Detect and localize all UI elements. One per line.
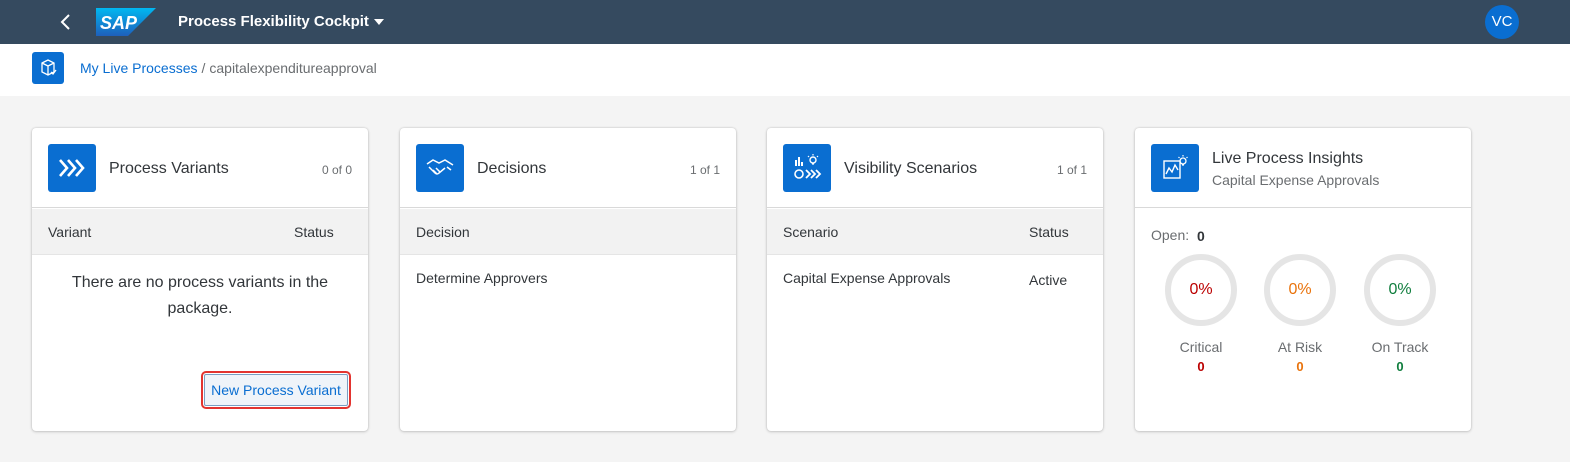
breadcrumb-link-my-live-processes[interactable]: My Live Processes xyxy=(80,60,197,76)
live-process-insights-card: Live Process Insights Capital Expense Ap… xyxy=(1135,128,1471,431)
decisions-card: Decisions 1 of 1 Decision Determine Appr… xyxy=(400,128,736,431)
table-header: Decision xyxy=(400,209,736,255)
kpi-critical[interactable]: 0% Critical 0 xyxy=(1165,254,1237,374)
table-row[interactable]: Capital Expense Approvals Active xyxy=(767,256,1103,300)
column-header-variant: Variant xyxy=(48,224,92,240)
package-icon xyxy=(32,52,64,84)
kpi-on-track[interactable]: 0% On Track 0 xyxy=(1364,254,1436,374)
back-button[interactable] xyxy=(54,10,78,34)
card-title: Visibility Scenarios xyxy=(844,160,978,177)
chevron-left-icon xyxy=(60,14,70,30)
kpi-label: On Track xyxy=(1371,339,1429,355)
column-header-status: Status xyxy=(294,224,334,240)
card-title: Process Variants xyxy=(109,160,229,177)
breadcrumb-current: capitalexpenditureapproval xyxy=(209,60,377,76)
process-variants-card-header[interactable]: Process Variants 0 of 0 xyxy=(32,128,368,208)
kpi-at-risk[interactable]: 0% At Risk 0 xyxy=(1264,254,1336,374)
visibility-scenario-icon xyxy=(783,144,831,192)
kpi-ring: 0% xyxy=(1264,254,1336,326)
visibility-scenarios-card-header[interactable]: Visibility Scenarios 1 of 1 xyxy=(767,128,1103,208)
column-header-status: Status xyxy=(1029,224,1069,240)
process-variants-card: Process Variants 0 of 0 Variant Status T… xyxy=(32,128,368,431)
app-title-menu[interactable]: Process Flexibility Cockpit xyxy=(178,12,384,32)
card-count: 0 of 0 xyxy=(321,163,352,177)
card-count: 1 of 1 xyxy=(689,163,720,177)
kpi-label: Critical xyxy=(1179,339,1223,355)
table-header: Variant Status xyxy=(32,209,368,255)
insights-chart-icon xyxy=(1151,144,1199,192)
scenario-status: Active xyxy=(1029,272,1068,288)
open-value: 0 xyxy=(1197,228,1205,244)
live-process-insights-card-header[interactable]: Live Process Insights Capital Expense Ap… xyxy=(1135,128,1471,208)
app-title: Process Flexibility Cockpit xyxy=(178,13,369,30)
open-label: Open: xyxy=(1151,227,1190,243)
kpi-percent: 0% xyxy=(1288,281,1312,298)
sap-logo[interactable]: SAP xyxy=(96,8,156,36)
decisions-card-header[interactable]: Decisions 1 of 1 xyxy=(400,128,736,208)
kpi-value: 0 xyxy=(1396,359,1404,374)
scenario-name: Capital Expense Approvals xyxy=(783,270,951,286)
kpi-percent: 0% xyxy=(1189,281,1213,298)
kpi-ring: 0% xyxy=(1165,254,1237,326)
card-subtitle: Capital Expense Approvals xyxy=(1212,172,1380,188)
kpi-percent: 0% xyxy=(1388,281,1412,298)
shell-bar: SAP Process Flexibility Cockpit VC xyxy=(0,0,1570,44)
visibility-scenarios-card: Visibility Scenarios 1 of 1 Scenario Sta… xyxy=(767,128,1103,431)
table-header: Scenario Status xyxy=(767,209,1103,255)
kpi-label: At Risk xyxy=(1277,339,1323,355)
card-count: 1 of 1 xyxy=(1056,163,1087,177)
svg-text:SAP: SAP xyxy=(100,13,138,33)
column-header-decision: Decision xyxy=(416,224,470,240)
table-row[interactable]: Determine Approvers xyxy=(400,256,736,300)
card-title: Live Process Insights xyxy=(1212,150,1364,167)
object-header: My Live Processes / capitalexpenditureappr… xyxy=(0,44,1570,96)
empty-message: There are no process variants in the pac… xyxy=(71,274,329,317)
kpi-value: 0 xyxy=(1197,359,1205,374)
caret-down-icon xyxy=(373,19,384,25)
card-title: Decisions xyxy=(477,160,547,177)
breadcrumb: My Live Processes / capitalexpenditureappr… xyxy=(80,59,377,77)
user-avatar[interactable]: VC xyxy=(1485,5,1519,39)
handshake-icon xyxy=(416,144,464,192)
decision-name: Determine Approvers xyxy=(416,270,548,286)
kpi-ring: 0% xyxy=(1364,254,1436,326)
process-variants-icon xyxy=(48,144,96,192)
kpi-value: 0 xyxy=(1296,359,1304,374)
new-process-variant-button[interactable]: New Process Variant xyxy=(201,371,351,409)
breadcrumb-separator: / xyxy=(201,60,206,76)
column-header-scenario: Scenario xyxy=(783,224,839,240)
